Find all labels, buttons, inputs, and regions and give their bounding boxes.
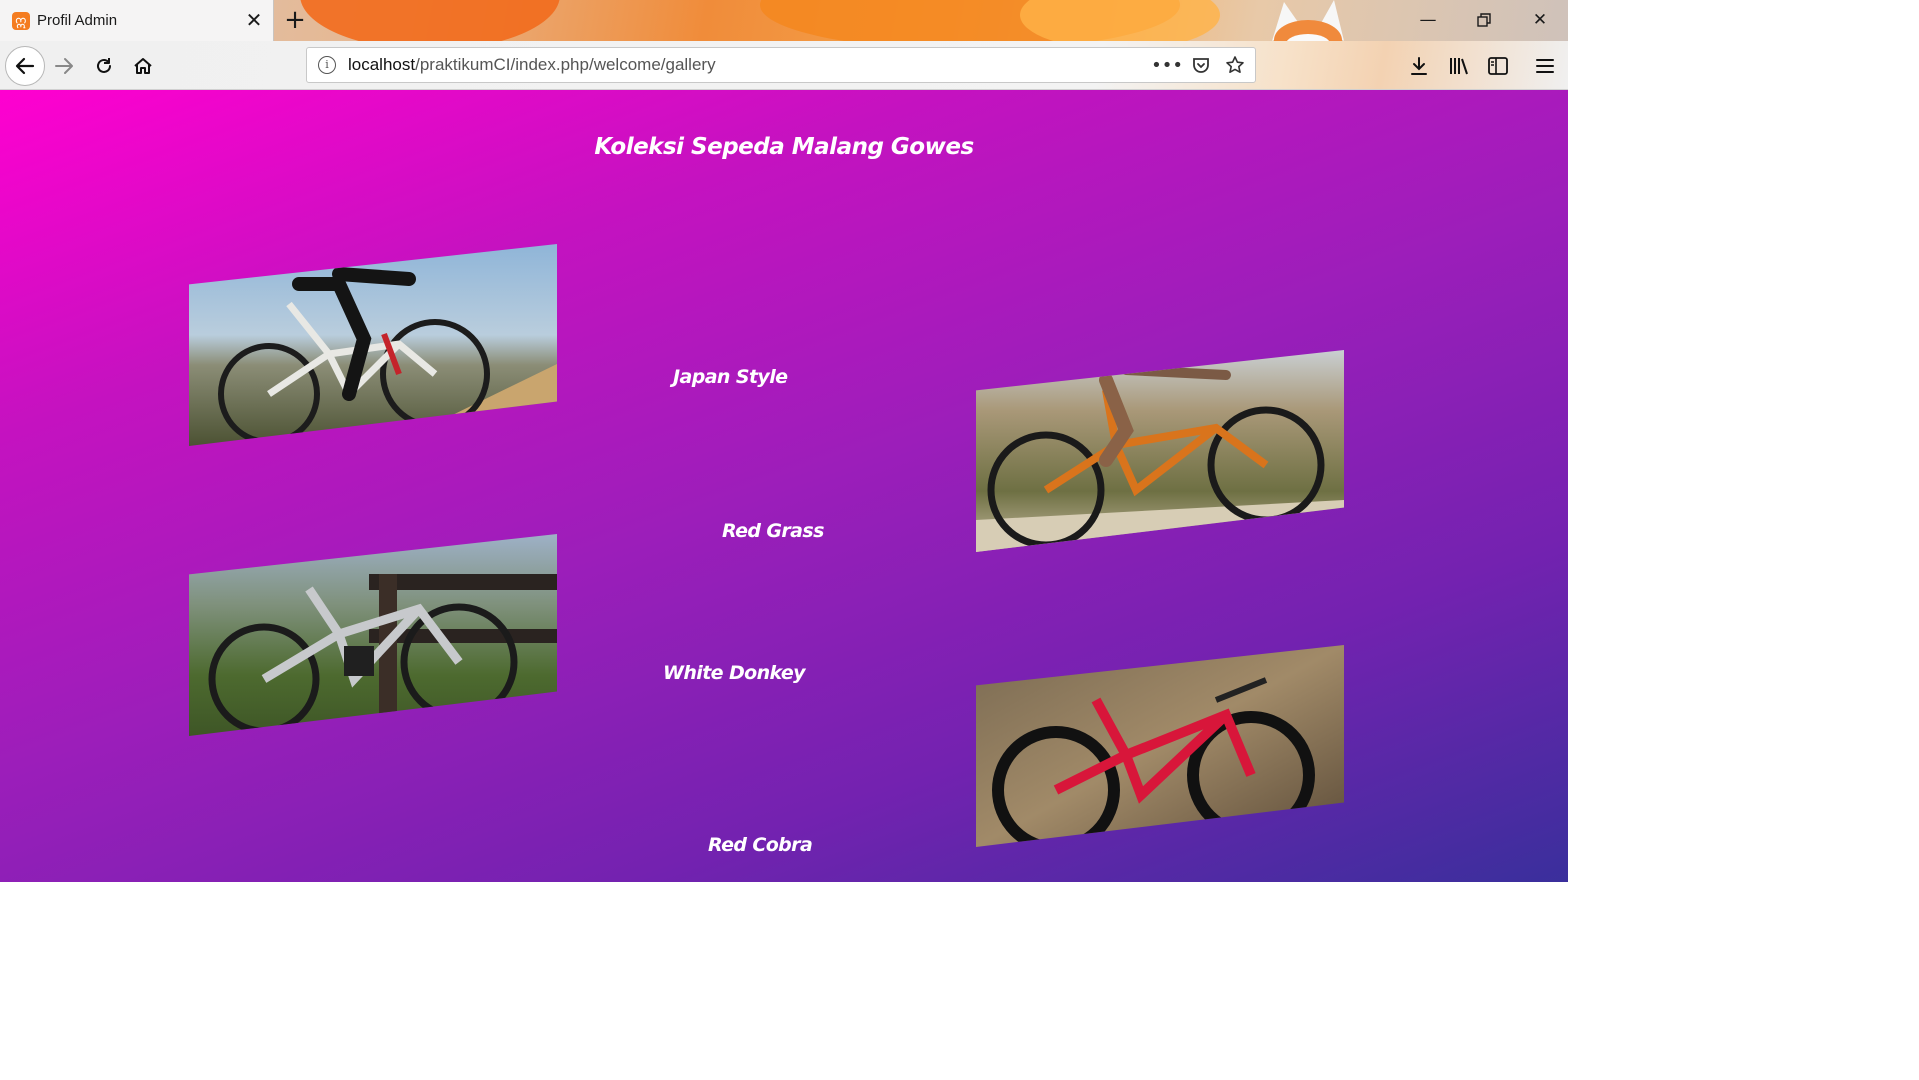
gallery-caption-4: Red Cobra (708, 834, 813, 856)
page-title: Koleksi Sepeda Malang Gowes (594, 134, 974, 160)
downloads-icon[interactable] (1406, 53, 1432, 79)
tab-title: Profil Admin (37, 12, 118, 29)
gallery-caption-1: Japan Style (673, 366, 788, 388)
back-button[interactable] (5, 46, 45, 86)
browser-navbar: i localhost/praktikumCI/index.php/welcom… (0, 41, 1568, 90)
url-text[interactable]: localhost/praktikumCI/index.php/welcome/… (348, 55, 716, 75)
restore-window-icon[interactable] (1469, 6, 1499, 34)
close-window-icon[interactable]: ✕ (1525, 6, 1555, 34)
gallery-caption-3: White Donkey (663, 662, 806, 684)
gallery-caption-2: Red Grass (722, 520, 824, 542)
hamburger-menu-icon[interactable] (1532, 53, 1558, 79)
browser-tab-active[interactable]: ဣ Profil Admin ✕ (0, 0, 274, 41)
fox-theme-icon (1272, 0, 1344, 41)
url-bar[interactable]: i localhost/praktikumCI/index.php/welcom… (306, 47, 1256, 83)
bike-photo-4 (976, 645, 1344, 847)
site-info-icon[interactable]: i (318, 56, 336, 74)
bike-photo-1 (189, 244, 557, 446)
home-icon (134, 58, 152, 74)
xampp-icon: ဣ (12, 11, 30, 30)
arrow-right-icon (55, 58, 73, 74)
close-tab-icon[interactable]: ✕ (244, 10, 264, 30)
bookmark-star-icon[interactable] (1223, 53, 1247, 77)
url-actions: ••• (1151, 53, 1247, 77)
page-actions-icon[interactable]: ••• (1151, 53, 1183, 77)
forward-button[interactable] (46, 48, 82, 84)
browser-titlebar: ဣ Profil Admin ✕ + — ✕ (0, 0, 1568, 41)
url-path: /praktikumCI/index.php/welcome/gallery (415, 55, 716, 74)
reload-icon (97, 58, 111, 73)
arrow-left-icon (15, 57, 35, 75)
theme-decoration (300, 0, 560, 41)
new-tab-button[interactable]: + (284, 6, 306, 34)
pocket-icon[interactable] (1189, 53, 1213, 77)
url-host: localhost (348, 55, 416, 74)
bike-photo-3 (189, 534, 557, 736)
reload-button[interactable] (86, 48, 122, 84)
library-icon[interactable] (1446, 53, 1472, 79)
sidebar-toggle-icon[interactable] (1485, 53, 1511, 79)
bike-photo-2 (976, 350, 1344, 552)
theme-decoration (1020, 0, 1220, 41)
minimize-window-icon[interactable]: — (1413, 6, 1443, 34)
home-button[interactable] (125, 48, 161, 84)
gallery-page: Koleksi Sepeda Malang Gowes Japan Style … (0, 90, 1568, 882)
